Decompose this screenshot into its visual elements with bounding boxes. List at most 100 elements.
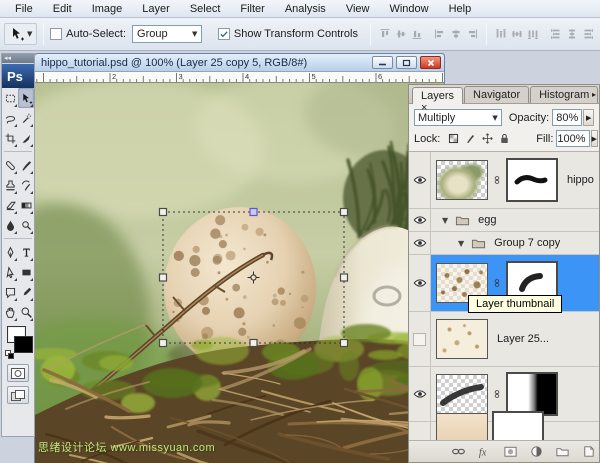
- layer-mask-thumbnail[interactable]: [506, 158, 558, 202]
- hand-tool[interactable]: [2, 302, 18, 322]
- show-transform-controls-checkbox[interactable]: [217, 28, 230, 40]
- move-tool[interactable]: [18, 88, 34, 108]
- align-left-edges-button[interactable]: [432, 26, 448, 42]
- distribute-left-edges-button[interactable]: [548, 26, 564, 42]
- menu-image[interactable]: Image: [83, 2, 132, 16]
- align-horizontal-centers-button[interactable]: [448, 26, 464, 42]
- auto-select-target-dropdown[interactable]: Group ▼: [132, 25, 203, 43]
- type-tool[interactable]: [18, 242, 34, 262]
- link-layers-button[interactable]: [451, 444, 466, 459]
- fill-slider-arrow[interactable]: ▶: [590, 130, 598, 147]
- visibility-column[interactable]: [409, 209, 431, 231]
- new-group-button[interactable]: [555, 444, 570, 459]
- brush-tool[interactable]: [18, 155, 34, 175]
- minimize-button[interactable]: [372, 56, 393, 69]
- menu-view[interactable]: View: [337, 2, 379, 16]
- menu-analysis[interactable]: Analysis: [276, 2, 335, 16]
- background-color-swatch[interactable]: [14, 336, 33, 353]
- layer-thumbnail[interactable]: [436, 374, 488, 414]
- align-bottom-edges-button[interactable]: [409, 26, 425, 42]
- eyedropper-tool[interactable]: [18, 282, 34, 302]
- zoom-tool[interactable]: [18, 302, 34, 322]
- panel-flyout-arrow-icon[interactable]: ▸: [592, 90, 596, 99]
- menu-window[interactable]: Window: [380, 2, 437, 16]
- group-row[interactable]: ▼ Group 7 copy: [409, 232, 599, 255]
- menu-edit[interactable]: Edit: [44, 2, 81, 16]
- blur-tool[interactable]: [2, 215, 18, 235]
- layer-style-button[interactable]: fx: [477, 444, 492, 459]
- layer-mask-thumbnail[interactable]: [506, 372, 558, 416]
- add-layer-mask-button[interactable]: [503, 444, 518, 459]
- layer-thumbnail[interactable]: [436, 413, 488, 440]
- shape-tool[interactable]: [18, 262, 34, 282]
- opacity-slider-arrow[interactable]: ▶: [583, 109, 594, 126]
- rectangular-marquee-tool[interactable]: [2, 88, 18, 108]
- adjustment-layer-button[interactable]: [529, 444, 544, 459]
- visibility-column[interactable]: [409, 367, 431, 421]
- menu-layer[interactable]: Layer: [133, 2, 179, 16]
- slice-tool[interactable]: [18, 128, 34, 148]
- eye-empty-well[interactable]: [412, 332, 427, 347]
- visibility-column[interactable]: [409, 422, 431, 440]
- visibility-column[interactable]: [409, 312, 431, 366]
- history-brush-tool[interactable]: [18, 175, 34, 195]
- magic-wand-tool[interactable]: [18, 108, 34, 128]
- dodge-tool[interactable]: [18, 215, 34, 235]
- eraser-tool[interactable]: [2, 195, 18, 215]
- menu-filter[interactable]: Filter: [231, 2, 273, 16]
- clone-stamp-tool[interactable]: [2, 175, 18, 195]
- layer-row[interactable]: Layer 25...: [409, 312, 599, 367]
- lock-position-icon[interactable]: [480, 131, 495, 146]
- pen-tool[interactable]: [2, 242, 18, 262]
- blend-mode-dropdown[interactable]: Multiply ▼: [414, 109, 502, 126]
- auto-select-checkbox[interactable]: [50, 28, 63, 40]
- tab-histogram[interactable]: Histogram: [530, 86, 599, 103]
- spot-healing-brush-tool[interactable]: [2, 155, 18, 175]
- menu-help[interactable]: Help: [440, 2, 481, 16]
- menu-select[interactable]: Select: [181, 2, 230, 16]
- lock-image-pixels-icon[interactable]: [463, 131, 478, 146]
- lasso-tool[interactable]: [2, 108, 18, 128]
- layer-row[interactable]: [409, 411, 599, 440]
- eye-icon[interactable]: [412, 213, 427, 228]
- default-colors-icon[interactable]: [5, 350, 14, 359]
- layer-row[interactable]: hippo: [409, 152, 599, 209]
- crop-tool[interactable]: [2, 128, 18, 148]
- close-button[interactable]: [420, 56, 441, 69]
- layer-thumbnail[interactable]: [436, 319, 488, 359]
- path-selection-tool[interactable]: [2, 262, 18, 282]
- distribute-vertical-centers-button[interactable]: [509, 26, 525, 42]
- tab-layers[interactable]: Layers ×: [412, 87, 464, 114]
- align-vertical-centers-button[interactable]: [393, 26, 409, 42]
- canvas[interactable]: 思绪设计论坛 www.missyuan.com: [35, 83, 444, 463]
- layer-mask-thumbnail[interactable]: [492, 411, 544, 440]
- toolbox-grip[interactable]: ◂◂: [2, 54, 34, 63]
- visibility-column[interactable]: [409, 255, 431, 311]
- eye-icon[interactable]: [412, 276, 427, 291]
- fill-field[interactable]: 100%: [556, 130, 590, 147]
- distribute-right-edges-button[interactable]: [580, 26, 596, 42]
- notes-tool[interactable]: [2, 282, 18, 302]
- tool-preset-picker[interactable]: ▼: [4, 23, 38, 45]
- menu-file[interactable]: File: [6, 2, 42, 16]
- align-top-edges-button[interactable]: [377, 26, 393, 42]
- expand-triangle-icon[interactable]: ▼: [442, 216, 448, 225]
- group-row[interactable]: ▼ egg: [409, 209, 599, 232]
- expand-triangle-icon[interactable]: ▼: [458, 239, 464, 248]
- visibility-column[interactable]: [409, 152, 431, 208]
- lock-all-icon[interactable]: [497, 131, 512, 146]
- eye-icon[interactable]: [412, 173, 427, 188]
- distribute-bottom-edges-button[interactable]: [525, 26, 541, 42]
- gradient-tool[interactable]: [18, 195, 34, 215]
- opacity-field[interactable]: 80%: [552, 109, 583, 126]
- distribute-top-edges-button[interactable]: [493, 26, 509, 42]
- eye-icon[interactable]: [412, 236, 427, 251]
- quick-mask-button[interactable]: [7, 364, 29, 382]
- lock-transparent-pixels-icon[interactable]: [446, 131, 461, 146]
- eye-icon[interactable]: [412, 387, 427, 402]
- layer-thumbnail[interactable]: [436, 160, 488, 200]
- document-titlebar[interactable]: hippo_tutorial.psd @ 100% (Layer 25 copy…: [35, 54, 444, 72]
- tab-navigator[interactable]: Navigator: [464, 86, 530, 103]
- visibility-column[interactable]: [409, 232, 431, 254]
- restore-button[interactable]: [396, 56, 417, 69]
